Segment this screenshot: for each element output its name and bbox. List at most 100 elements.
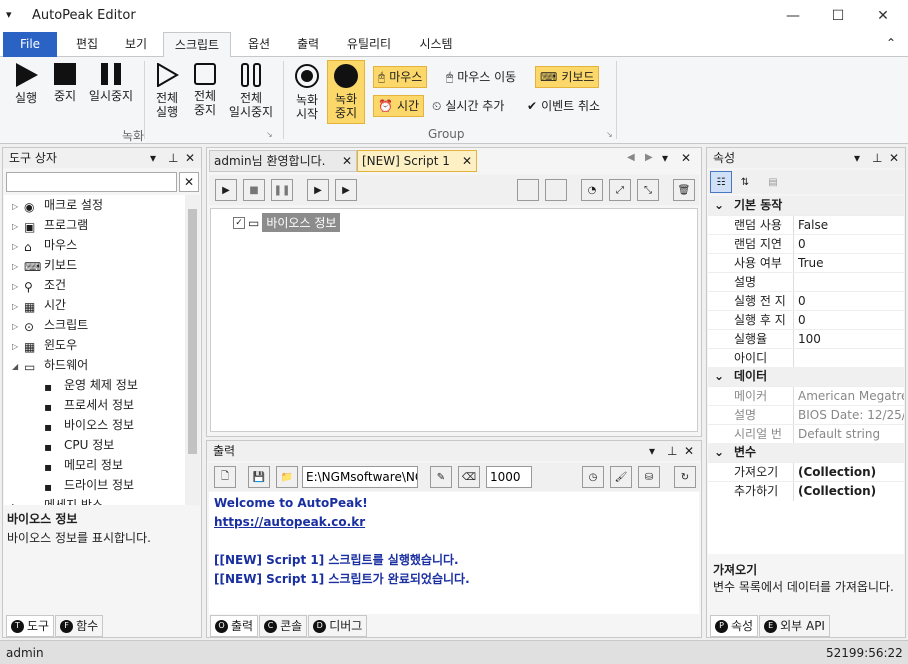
tab-console[interactable]: C 콘솔	[259, 615, 308, 637]
output-path-input[interactable]	[302, 466, 418, 488]
property-row[interactable]: 실행율 100	[708, 329, 904, 349]
tab-debug[interactable]: D 디버그	[308, 615, 368, 637]
tab-script[interactable]: 스크립트	[163, 32, 231, 58]
expand-icon[interactable]: ▷	[12, 297, 24, 317]
expand-icon[interactable]: ▷	[12, 237, 24, 257]
expand-icon[interactable]: ▷	[12, 257, 24, 277]
collapse-icon[interactable]: ⤡	[637, 179, 659, 201]
toolbox-item[interactable]: ▷ ⌨ 키보드	[12, 255, 138, 275]
stop-button[interactable]: ■	[243, 179, 265, 201]
tab-utility[interactable]: 유틸리티	[336, 32, 402, 57]
record-start-button[interactable]: 녹화 시작	[290, 59, 324, 121]
pause-button[interactable]: 일시중지	[86, 59, 136, 103]
expand-icon[interactable]: ▷	[12, 277, 24, 297]
property-category[interactable]: ⌄ 데이터	[708, 367, 904, 386]
collapse-icon[interactable]: ⌄	[714, 443, 724, 462]
categorized-icon[interactable]: ☷	[710, 171, 732, 193]
play-button[interactable]: ▶	[215, 179, 237, 201]
expand-icon[interactable]: ⤢	[609, 179, 631, 201]
pin-icon[interactable]: ⊥	[168, 148, 178, 168]
tab-scroll-left-icon[interactable]: ◀	[627, 152, 635, 163]
toolbox-item[interactable]: ▷ ⊙ 스크립트	[12, 315, 138, 335]
property-row[interactable]: 시리얼 번 Default string	[708, 424, 904, 444]
keyboard-toggle[interactable]: ⌨ 키보드	[535, 66, 600, 88]
realtime-add-toggle[interactable]: ⏲ 실시간 추가	[428, 95, 508, 117]
property-row[interactable]: 랜덤 사용 False	[708, 215, 904, 235]
tab-system[interactable]: 시스템	[408, 32, 464, 57]
toolbox-subitem[interactable]: ▪ 바이오스 정보	[12, 415, 138, 435]
run-all-button[interactable]: 전체 실행	[150, 59, 184, 119]
refresh-icon[interactable]: ↻	[674, 466, 696, 488]
close-icon[interactable]: ✕	[185, 148, 195, 168]
property-row[interactable]: 메이커American Megatrend	[708, 386, 904, 406]
eraser-icon[interactable]: ⌫	[458, 466, 480, 488]
toolbox-item[interactable]: ▷ ▣ 프로그램	[12, 215, 138, 235]
clock-icon[interactable]: ◷	[582, 466, 604, 488]
toolbox-item[interactable]: ▷ ◉ 매크로 설정	[12, 195, 138, 215]
clear-search-button[interactable]: ✕	[179, 172, 199, 192]
toolbox-item[interactable]: ▷ ⚲ 조건	[12, 275, 138, 295]
toolbox-subitem[interactable]: ▪ CPU 정보	[12, 435, 138, 455]
property-row[interactable]: 설명BIOS Date: 12/25/19	[708, 405, 904, 425]
collapse-icon[interactable]: ⌄	[714, 196, 724, 215]
pause-button[interactable]: ❚❚	[271, 179, 293, 201]
tab-output[interactable]: 출력	[285, 32, 331, 57]
toolbox-subitem[interactable]: ▪ 메모리 정보	[12, 455, 138, 475]
tab-edit[interactable]: 편집	[62, 32, 112, 57]
brush-icon[interactable]: 🖌	[610, 466, 632, 488]
toolbox-scrollbar[interactable]	[185, 195, 200, 505]
toolbox-subitem[interactable]: ▪ 드라이브 정보	[12, 475, 138, 495]
log-line[interactable]: https://autopeak.co.kr	[214, 513, 694, 532]
close-icon[interactable]: ✕	[684, 441, 694, 461]
expand-icon[interactable]: ▷	[12, 217, 24, 237]
checkbox[interactable]: ✓	[233, 216, 245, 229]
toolbox-item[interactable]: ▷ ▦ 윈도우	[12, 335, 138, 355]
system-menu-icon[interactable]: ▾	[6, 8, 12, 21]
blank-button[interactable]	[545, 179, 567, 201]
folder-icon[interactable]: 📁	[276, 466, 298, 488]
tab-view[interactable]: 보기	[112, 32, 160, 57]
tab-external-api[interactable]: E 외부 API	[759, 615, 830, 637]
tab-welcome[interactable]: admin님 환영합니다. ✕	[209, 150, 357, 172]
new-file-icon[interactable]: 🗋	[214, 466, 236, 488]
close-button[interactable]: ✕	[860, 0, 906, 32]
pause-all-button[interactable]: 전체 일시중지	[226, 59, 276, 119]
tab-tools[interactable]: T 도구	[6, 615, 55, 637]
close-icon[interactable]: ✕	[681, 151, 691, 165]
toolbox-item[interactable]: ▷▭메세지 박스	[12, 495, 138, 505]
blank-button[interactable]	[517, 179, 539, 201]
toolbox-item[interactable]: ◢ ▭ 하드웨어	[12, 355, 138, 375]
step-button[interactable]: ▶	[307, 179, 329, 201]
maximize-button[interactable]: ☐	[815, 0, 861, 32]
close-icon[interactable]: ✕	[889, 148, 899, 168]
property-row[interactable]: 추가하기 (Collection)	[708, 481, 904, 501]
expand-icon[interactable]: ▷	[12, 197, 24, 217]
tab-functions[interactable]: F 함수	[55, 615, 104, 637]
mouse-toggle[interactable]: 🖰 마우스	[373, 66, 428, 88]
toolbox-subitem[interactable]: ▪ 운영 체제 정보	[12, 375, 138, 395]
stop-all-button[interactable]: 전체 중지	[188, 59, 222, 117]
dialog-launcher-icon[interactable]: ↘	[606, 130, 613, 139]
tab-list-icon[interactable]: ▾	[662, 151, 668, 165]
run-to-button[interactable]: ▶	[335, 179, 357, 201]
minimize-button[interactable]: —	[770, 0, 816, 32]
dropdown-icon[interactable]: ▾	[854, 148, 860, 168]
toolbox-item[interactable]: ▷ ⌂ 마우스	[12, 235, 138, 255]
property-category[interactable]: ⌄ 변수	[708, 443, 904, 462]
tab-properties[interactable]: P 속성	[710, 615, 759, 637]
property-row[interactable]: 설명	[708, 272, 904, 292]
tab-scroll-right-icon[interactable]: ▶	[645, 152, 653, 163]
collapse-icon[interactable]: ⌄	[714, 367, 724, 386]
expand-icon[interactable]: ◢	[12, 357, 24, 377]
property-row[interactable]: 랜덤 지연 0	[708, 234, 904, 254]
tab-options[interactable]: 옵션	[236, 32, 282, 57]
dropdown-icon[interactable]: ▾	[649, 441, 655, 461]
toolbox-subitem[interactable]: ▪ 프로세서 정보	[12, 395, 138, 415]
close-tab-icon[interactable]: ✕	[342, 151, 352, 171]
property-row[interactable]: 실행 전 지0	[708, 291, 904, 311]
tab-script-1[interactable]: [NEW] Script 1 ✕	[357, 150, 477, 172]
event-cancel-toggle[interactable]: ✔ 이벤트 취소	[523, 95, 604, 117]
tab-output[interactable]: O 출력	[210, 615, 259, 637]
delete-icon[interactable]: 🗑	[673, 179, 695, 201]
expand-icon[interactable]: ▷	[12, 317, 24, 337]
